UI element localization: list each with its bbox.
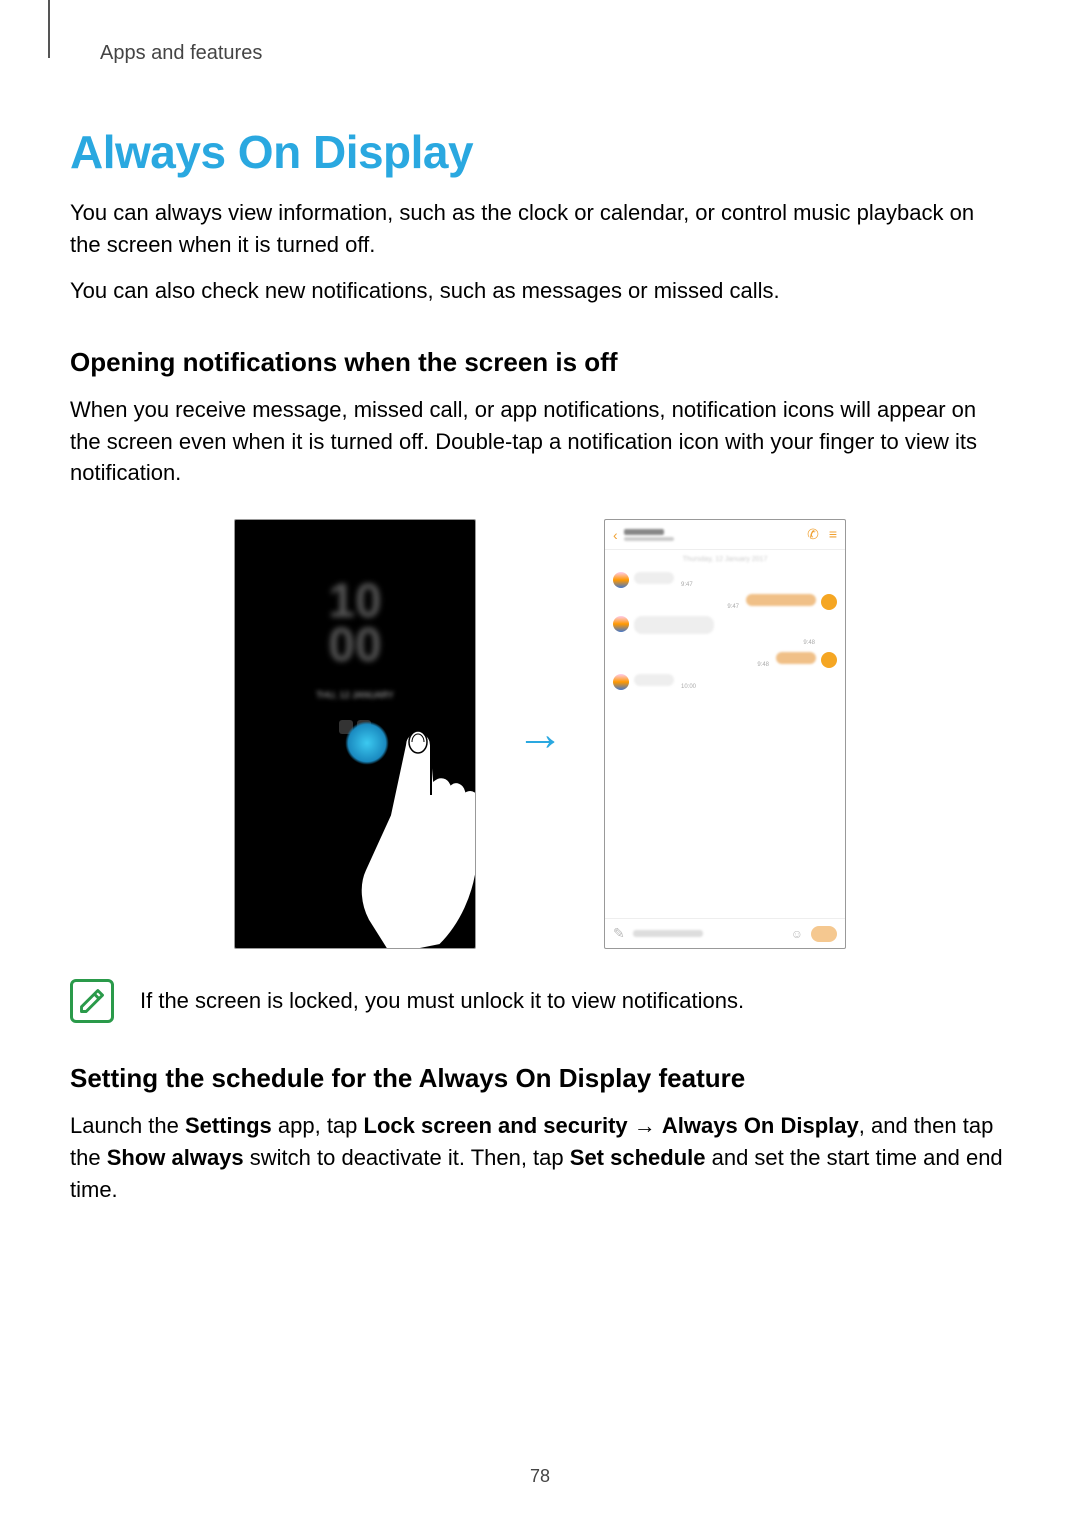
message-time: 9:47: [679, 582, 695, 588]
avatar: [821, 652, 837, 668]
page-title: Always On Display: [70, 125, 1010, 179]
intro-para-1: You can always view information, such as…: [70, 197, 1010, 261]
avatar: [613, 572, 629, 588]
section-para-schedule: Launch the Settings app, tap Lock screen…: [70, 1110, 1010, 1206]
section-heading-schedule: Setting the schedule for the Always On D…: [70, 1063, 1010, 1094]
message-bubble: [634, 616, 714, 634]
message-row: [605, 613, 845, 637]
message-row: 9:48: [605, 637, 845, 649]
page-number: 78: [0, 1466, 1080, 1487]
section-heading-opening: Opening notifications when the screen is…: [70, 347, 1010, 378]
aod-date: THU, 12 JANUARY: [235, 690, 475, 700]
message-bubble: [776, 652, 816, 664]
screenshot-messages: ‹ ✆ ≡ Thursday, 12 January 2017 9:47 9:4…: [604, 519, 846, 949]
chat-input-bar: ✎ ☺: [605, 918, 845, 948]
message-time: 9:48: [801, 640, 817, 646]
figure-double-tap: 10 00 THU, 12 JANUARY → ‹: [70, 519, 1010, 949]
emoji-icon[interactable]: ☺: [791, 927, 803, 941]
note-callout: If the screen is locked, you must unlock…: [70, 979, 1010, 1023]
chat-title: [624, 529, 801, 541]
avatar: [613, 616, 629, 632]
note-text: If the screen is locked, you must unlock…: [140, 988, 744, 1014]
intro-para-2: You can also check new notifications, su…: [70, 275, 1010, 307]
section-para-opening: When you receive message, missed call, o…: [70, 394, 1010, 490]
message-row: 9:48: [605, 649, 845, 671]
menu-icon[interactable]: ≡: [829, 526, 837, 543]
aod-clock: 10 00: [235, 580, 475, 666]
aod-clock-hours: 10: [235, 580, 475, 623]
message-row: 10:00: [605, 671, 845, 693]
message-row: 9:47: [605, 569, 845, 591]
message-bubble: [634, 674, 674, 686]
avatar: [613, 674, 629, 690]
note-icon: [70, 979, 114, 1023]
message-bubble: [634, 572, 674, 584]
back-icon[interactable]: ‹: [613, 527, 618, 543]
call-icon[interactable]: ✆: [807, 526, 819, 543]
hand-gesture: [295, 705, 476, 949]
message-time: 9:47: [725, 604, 741, 610]
attach-icon[interactable]: ✎: [613, 925, 625, 942]
screenshot-aod: 10 00 THU, 12 JANUARY: [234, 519, 476, 949]
hand-icon: [330, 720, 476, 949]
avatar: [821, 594, 837, 610]
message-time: 9:48: [755, 662, 771, 668]
message-row: 9:47: [605, 591, 845, 613]
message-bubble: [746, 594, 816, 606]
message-input[interactable]: [633, 930, 703, 937]
send-button[interactable]: [811, 926, 837, 942]
breadcrumb: Apps and features: [100, 42, 1010, 65]
chat-header: ‹ ✆ ≡: [605, 520, 845, 550]
manual-page: Apps and features Always On Display You …: [0, 0, 1080, 1527]
side-rule: [48, 0, 50, 58]
aod-clock-mins: 00: [235, 624, 475, 667]
chat-date: Thursday, 12 January 2017: [605, 550, 845, 569]
arrow-right-icon: →: [516, 707, 564, 762]
message-time: 10:00: [679, 684, 698, 690]
